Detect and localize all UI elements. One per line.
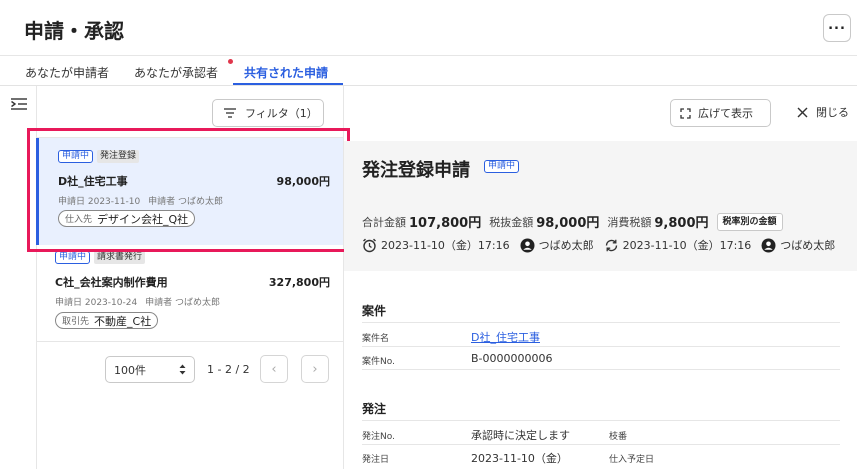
user-icon (520, 238, 535, 252)
tab-bar: あなたが申請者 あなたが承認者 共有された申請 (0, 56, 857, 86)
row-divider (362, 369, 840, 370)
row-divider (362, 444, 840, 445)
updated-by: つばめ太郎 (780, 239, 836, 252)
order-date-value: 2023-11-10（金） (471, 452, 568, 465)
order-no-label: 発注No. (362, 432, 395, 442)
list-bottom-divider (36, 341, 343, 342)
partner-tag: 取引先 不動産_C社 (55, 312, 159, 329)
row-divider (362, 346, 840, 347)
tax-breakdown-button[interactable]: 税率別の金額 (716, 212, 783, 231)
item-title: C社_会社案内制作費用 (55, 276, 168, 289)
close-label: 閉じる (816, 106, 849, 119)
order-no-value: 承認時に決定します (471, 429, 570, 442)
pretax-label: 税抜金額 (489, 215, 534, 229)
user-icon (761, 238, 776, 252)
active-tab-indicator (233, 83, 343, 85)
alarm-clock-icon (363, 238, 376, 252)
close-button[interactable]: 閉じる (797, 104, 849, 120)
page-title: 申請・承認 (24, 19, 124, 43)
tab-as-approver[interactable]: あなたが承認者 (134, 64, 218, 81)
project-no-value: B-0000000006 (471, 352, 553, 365)
more-options-button[interactable]: ... (823, 14, 851, 42)
approver-notification-dot (228, 59, 233, 64)
list-item[interactable]: 申請中 請求書発行 C社_会社案内制作費用 327,800円 申請日 2023-… (36, 245, 343, 341)
tax-label: 消費税額 (607, 215, 652, 229)
update-icon (605, 239, 617, 251)
pretax-value: 98,000円 (536, 216, 600, 231)
order-section-title: 発注 (362, 402, 387, 416)
project-section-title: 案件 (362, 304, 387, 318)
detail-meta: 2023-11-10（金）17:16 つばめ太郎 2023-11-10（金）17… (362, 237, 835, 253)
tab-as-applicant[interactable]: あなたが申請者 (25, 64, 109, 81)
amount-summary: 合計金額 107,800円 税抜金額 98,000円 消費税額 9,800円 税… (362, 212, 783, 231)
project-no-label: 案件No. (362, 357, 395, 367)
created-by: つばめ太郎 (538, 239, 594, 252)
partner-label: 取引先 (62, 317, 90, 327)
tax-value: 9,800円 (654, 216, 709, 231)
close-icon (797, 107, 808, 117)
tab-shared[interactable]: 共有された申請 (244, 64, 328, 81)
filter-button[interactable]: フィルタ（1） (212, 99, 324, 127)
project-name-label: 案件名 (362, 334, 390, 344)
item-amount: 327,800円 (268, 276, 330, 289)
total-label: 合計金額 (362, 215, 406, 229)
page-range: 1 - 2 / 2 (207, 363, 250, 376)
filter-icon (224, 108, 236, 118)
expand-label: 広げて表示 (698, 107, 753, 120)
total-value: 107,800円 (409, 216, 482, 231)
app-header: 申請・承認 ... (0, 0, 857, 56)
scheduled-date-label: 仕入予定日 (609, 455, 655, 465)
page-size-value: 100件 (114, 363, 146, 377)
order-date-label: 発注日 (362, 455, 390, 465)
status-badge: 申請中 (55, 251, 91, 264)
expand-button[interactable]: 広げて表示 (670, 99, 771, 127)
next-page-button[interactable]: › (301, 355, 329, 383)
page-size-select[interactable]: 100件 (105, 356, 195, 383)
selection-highlight (27, 128, 350, 252)
select-arrows-icon (179, 364, 186, 375)
type-badge: 請求書発行 (94, 251, 146, 264)
updated-at: 2023-11-10（金）17:16 (622, 239, 752, 252)
row-divider (362, 420, 840, 421)
detail-status-badge: 申請中 (484, 160, 520, 173)
item-meta: 申請日 2023-10-24 申請者 つばめ太郎 (55, 295, 220, 308)
project-name-link[interactable]: D社_住宅工事 (471, 329, 540, 345)
item-date: 申請日 2023-10-24 (55, 298, 138, 308)
branch-no-label: 枝番 (609, 432, 628, 442)
expand-icon (680, 107, 691, 119)
sidebar-collapse-icon[interactable] (10, 96, 28, 112)
item-applicant: 申請者 つばめ太郎 (145, 298, 221, 308)
detail-title: 発注登録申請 (362, 160, 470, 181)
created-at: 2023-11-10（金）17:16 (381, 239, 510, 252)
row-divider (362, 322, 840, 323)
prev-page-button[interactable]: ‹ (260, 355, 288, 383)
filter-label: フィルタ（1） (245, 107, 318, 120)
partner-name: 不動産_C社 (94, 314, 152, 328)
